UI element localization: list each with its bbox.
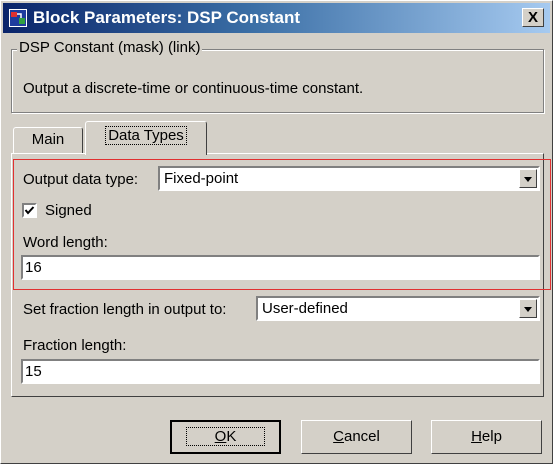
help-button[interactable]: Help (431, 420, 542, 454)
tab-main[interactable]: Main (13, 127, 83, 153)
output-data-type-label: Output data type: (23, 171, 139, 188)
dropdown-arrow-icon[interactable] (519, 299, 537, 318)
fraction-length-input[interactable] (25, 362, 534, 381)
fraction-length-label: Fraction length: (23, 337, 127, 354)
output-data-type-select[interactable]: Fixed-point (158, 166, 540, 191)
tab-main-label: Main (31, 131, 65, 148)
checkmark-icon (24, 206, 35, 215)
signed-checkbox[interactable] (22, 203, 37, 218)
word-length-label: Word length: (23, 234, 108, 251)
signed-label: Signed (45, 202, 92, 219)
dropdown-arrow-icon[interactable] (519, 169, 537, 188)
word-length-field[interactable] (21, 255, 540, 280)
fraction-mode-value: User-defined (262, 300, 348, 317)
ok-button[interactable]: OK (170, 420, 281, 454)
output-data-type-value: Fixed-point (164, 170, 239, 187)
window-title: Block Parameters: DSP Constant (33, 8, 301, 27)
fraction-mode-label: Set fraction length in output to: (23, 301, 227, 318)
ok-button-label: OK (185, 427, 266, 446)
simulink-block-icon (9, 9, 27, 27)
tab-data-types[interactable]: Data Types (85, 121, 207, 155)
word-length-input[interactable] (25, 258, 534, 277)
cancel-button[interactable]: Cancel (301, 420, 412, 454)
help-button-label: Help (471, 428, 502, 445)
mask-description-text: Output a discrete-time or continuous-tim… (23, 80, 364, 97)
block-parameters-dialog: Block Parameters: DSP Constant X DSP Con… (0, 0, 553, 464)
mask-group-legend: DSP Constant (mask) (link) (17, 39, 203, 56)
fraction-mode-select[interactable]: User-defined (256, 296, 540, 321)
fraction-length-field[interactable] (21, 359, 540, 384)
close-button[interactable]: X (522, 8, 544, 27)
tab-data-types-label: Data Types (105, 126, 187, 145)
cancel-button-label: Cancel (333, 428, 380, 445)
title-bar[interactable]: Block Parameters: DSP Constant X (3, 3, 550, 33)
